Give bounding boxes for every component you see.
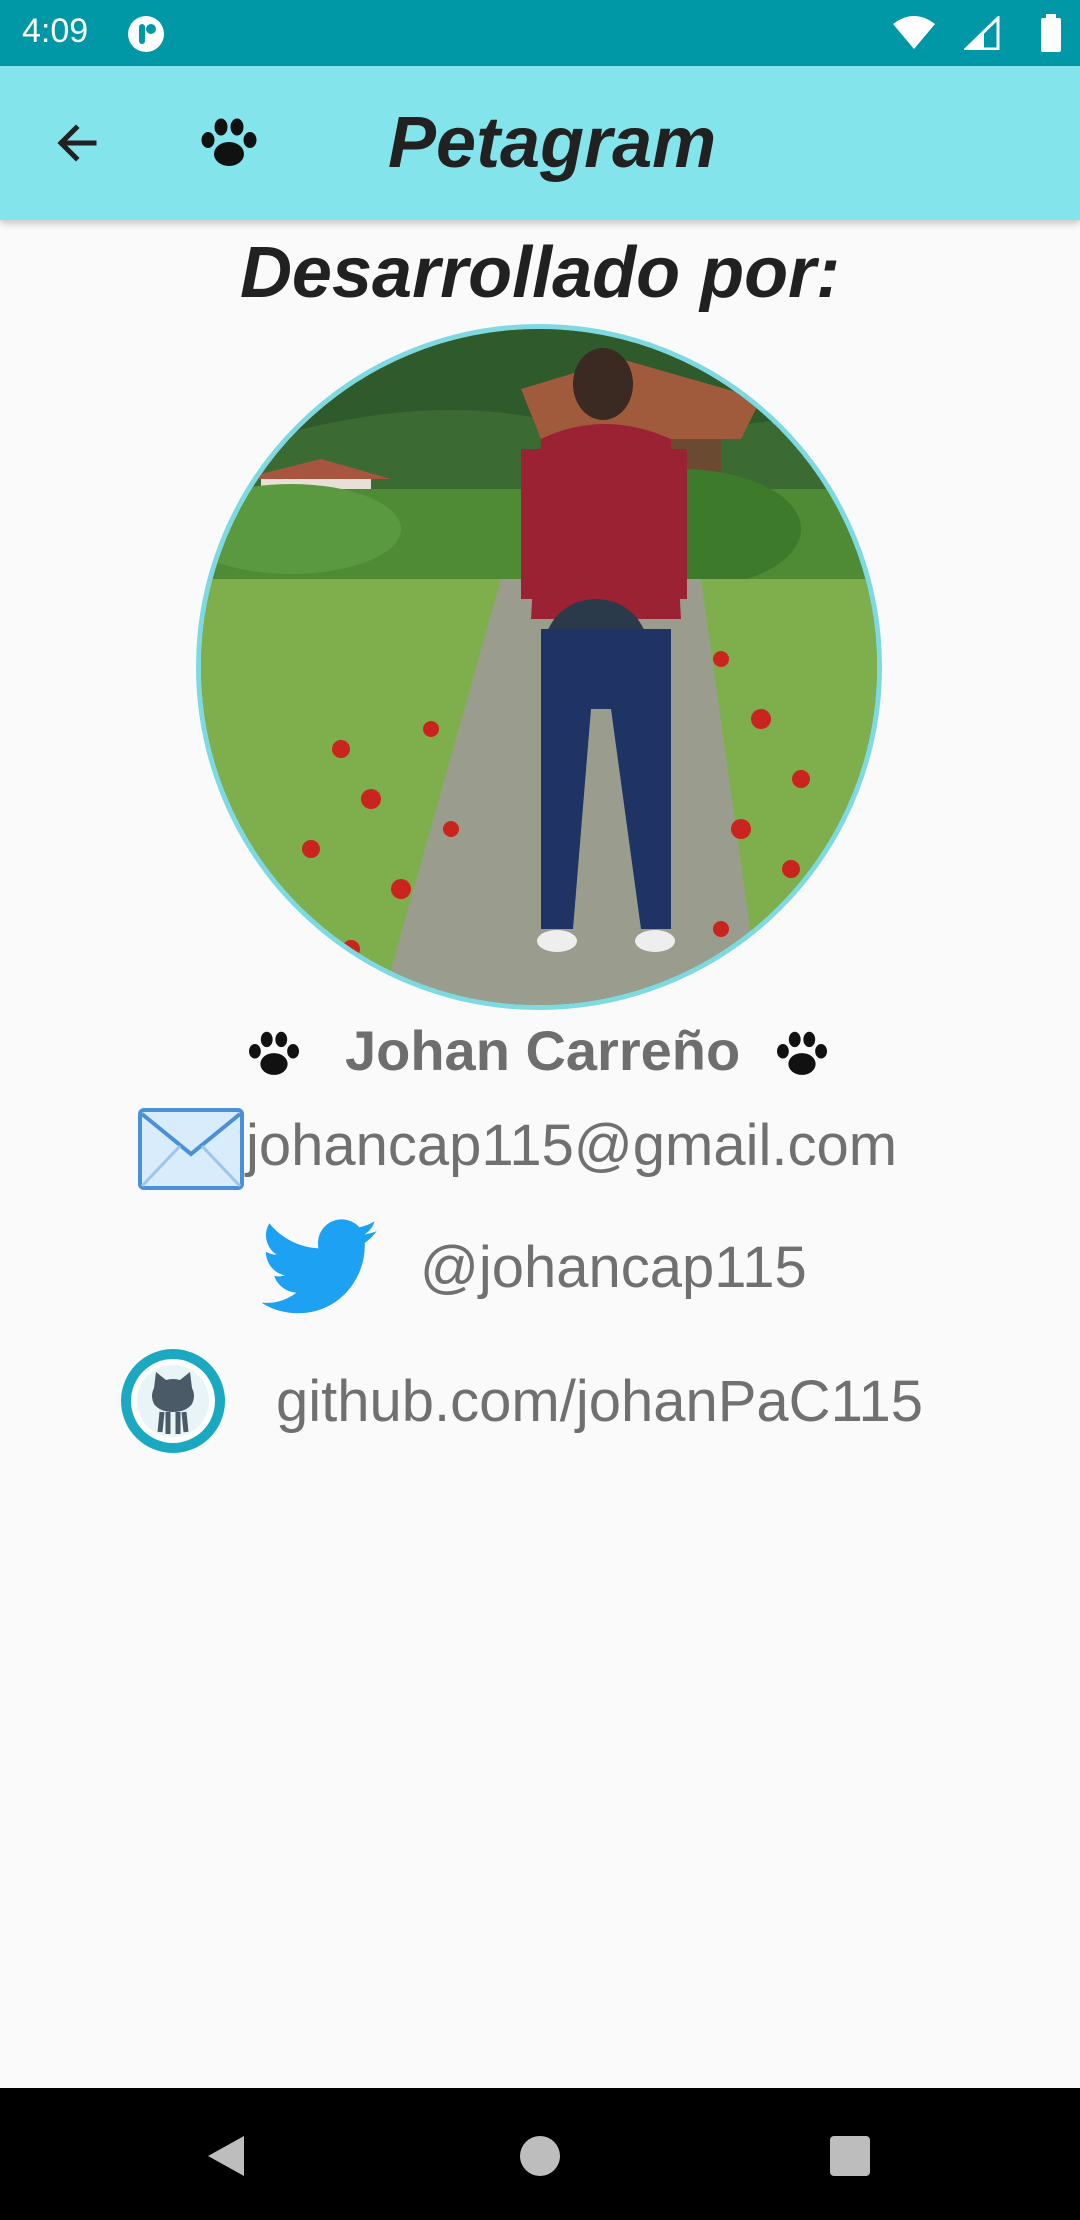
twitter-handle[interactable]: @johancap115 [420, 1234, 807, 1301]
paw-icon [249, 1031, 299, 1075]
cell-signal-icon [964, 16, 1000, 50]
nav-recents-icon[interactable] [828, 2134, 872, 2178]
nav-back-icon[interactable] [204, 2134, 248, 2178]
nav-home-icon[interactable] [518, 2134, 562, 2178]
github-url[interactable]: github.com/johanPaC115 [276, 1368, 923, 1435]
status-time: 4:09 [22, 12, 89, 50]
paw-icon [201, 118, 257, 166]
wifi-icon [893, 16, 935, 49]
developer-name-row: Johan Carreño [0, 1018, 1080, 1088]
battery-icon [1041, 14, 1061, 52]
app-toolbar: Petagram [0, 66, 1080, 220]
profile-photo [196, 324, 882, 1010]
app-title: Petagram [388, 103, 717, 183]
back-arrow-icon[interactable] [44, 110, 110, 176]
paw-icon [777, 1031, 827, 1075]
notification-app-icon [128, 16, 164, 52]
twitter-icon[interactable] [262, 1218, 380, 1318]
developed-by-heading: Desarrollado por: [239, 233, 841, 313]
profile-photo-scene [201, 329, 877, 1005]
email-text[interactable]: johancap115@gmail.com [246, 1112, 897, 1179]
status-bar: 4:09 [0, 0, 1080, 66]
developer-name: Johan Carreño [345, 1019, 741, 1082]
github-icon[interactable] [116, 1344, 230, 1458]
email-icon[interactable] [138, 1108, 244, 1190]
system-navigation-bar [0, 2088, 1080, 2220]
